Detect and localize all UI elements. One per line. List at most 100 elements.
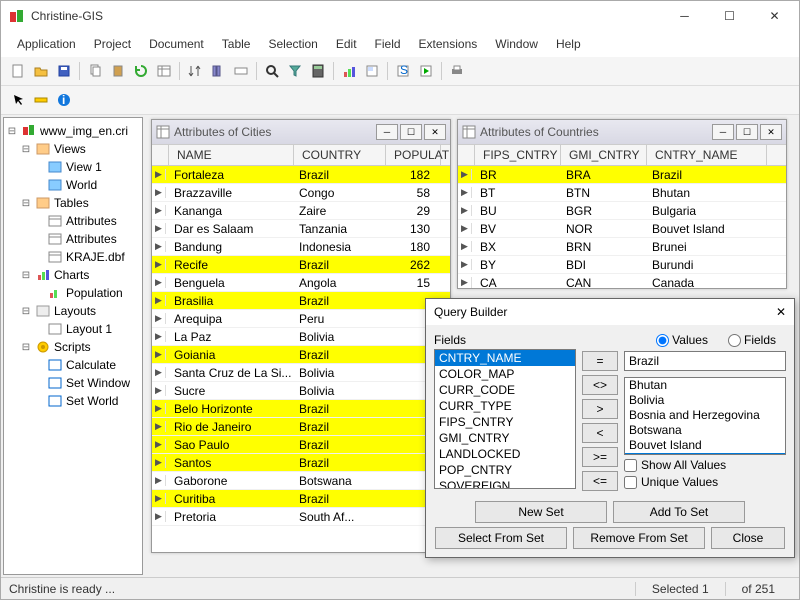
tree-item[interactable]: Attributes [66,214,117,228]
table-row[interactable]: ▶BenguelaAngola15 [152,274,450,292]
list-item[interactable]: Bhutan [625,378,785,393]
list-item[interactable]: FIPS_CNTRY [435,414,575,430]
find-icon[interactable] [261,60,283,82]
table-row[interactable]: ▶BUBGRBulgaria [458,202,786,220]
layout-icon[interactable] [361,60,383,82]
values-radio[interactable]: Values [656,333,708,347]
tree-charts[interactable]: Charts [54,268,89,282]
operator-button[interactable]: < [582,423,618,443]
new-icon[interactable] [7,60,29,82]
list-item[interactable]: Bolivia [625,393,785,408]
countries-titlebar[interactable]: Attributes of Countries ─☐✕ [458,120,786,144]
menu-field[interactable]: Field [367,33,409,55]
menu-project[interactable]: Project [86,33,139,55]
unique-checkbox[interactable]: Unique Values [624,475,786,489]
add-to-set-button[interactable]: Add To Set [613,501,745,523]
tree-item[interactable]: Set World [66,394,118,408]
max-icon[interactable]: ☐ [400,124,422,140]
table-row[interactable]: ▶GaboroneBotswana [152,472,450,490]
list-item[interactable]: Bosnia and Herzegovina [625,408,785,423]
list-item[interactable]: LANDLOCKED [435,446,575,462]
menu-window[interactable]: Window [487,33,546,55]
fields-radio[interactable]: Fields [728,333,776,347]
close-icon[interactable]: ✕ [760,124,782,140]
chart-icon[interactable] [338,60,360,82]
paste-icon[interactable] [107,60,129,82]
menu-document[interactable]: Document [141,33,212,55]
tree-item[interactable]: KRAJE.dbf [66,250,125,264]
print-icon[interactable] [446,60,468,82]
operator-button[interactable]: = [582,351,618,371]
table-row[interactable]: ▶SantosBrazil [152,454,450,472]
list-item[interactable]: COLOR_MAP [435,366,575,382]
operator-button[interactable]: <= [582,471,618,491]
table-row[interactable]: ▶SucreBolivia [152,382,450,400]
tree-item[interactable]: View 1 [66,160,102,174]
table-row[interactable]: ▶BrasiliaBrazil [152,292,450,310]
menu-selection[interactable]: Selection [260,33,325,55]
table-row[interactable]: ▶BRBRABrazil [458,166,786,184]
operator-button[interactable]: <> [582,375,618,395]
sort-icon[interactable] [184,60,206,82]
table-row[interactable]: ▶PretoriaSouth Af... [152,508,450,526]
open-icon[interactable] [30,60,52,82]
remove-from-set-button[interactable]: Remove From Set [573,527,705,549]
table-row[interactable]: ▶GoianiaBrazil [152,346,450,364]
table-icon[interactable] [153,60,175,82]
project-tree[interactable]: ⊟www_img_en.cri ⊟Views View 1 World ⊟Tab… [3,117,143,575]
menu-help[interactable]: Help [548,33,589,55]
table-row[interactable]: ▶BandungIndonesia180 [152,238,450,256]
info-icon[interactable]: i [53,89,75,111]
table-row[interactable]: ▶Belo HorizonteBrazil [152,400,450,418]
tree-views[interactable]: Views [54,142,86,156]
tree-item[interactable]: Set Window [66,376,130,390]
run-icon[interactable] [415,60,437,82]
cities-titlebar[interactable]: Attributes of Cities ─☐✕ [152,120,450,144]
column-icon[interactable] [207,60,229,82]
table-row[interactable]: ▶CACANCanada [458,274,786,288]
table-row[interactable]: ▶KanangaZaire29 [152,202,450,220]
cities-grid[interactable]: NAMECOUNTRYPOPULAT ▶FortalezaBrazil182▶B… [152,144,450,552]
tree-item[interactable]: Layout 1 [66,322,112,336]
list-item[interactable]: GMI_CNTRY [435,430,575,446]
close-icon[interactable]: ✕ [424,124,446,140]
fields-listbox[interactable]: CNTRY_NAMECOLOR_MAPCURR_CODECURR_TYPEFIP… [434,349,576,489]
tree-root[interactable]: www_img_en.cri [40,124,128,138]
pointer-icon[interactable] [7,89,29,111]
table-row[interactable]: ▶BTBTNBhutan [458,184,786,202]
tree-item[interactable]: Calculate [66,358,116,372]
close-button[interactable]: Close [711,527,785,549]
measure-icon[interactable] [30,89,52,111]
menu-edit[interactable]: Edit [328,33,365,55]
tree-tables[interactable]: Tables [54,196,89,210]
table-row[interactable]: ▶Santa Cruz de La Si...Bolivia [152,364,450,382]
menu-extensions[interactable]: Extensions [411,33,486,55]
list-item[interactable]: CURR_TYPE [435,398,575,414]
script-icon[interactable]: S [392,60,414,82]
max-icon[interactable]: ☐ [736,124,758,140]
operator-button[interactable]: > [582,399,618,419]
tree-layouts[interactable]: Layouts [54,304,96,318]
table-row[interactable]: ▶BrazzavilleCongo58 [152,184,450,202]
list-item[interactable]: CURR_CODE [435,382,575,398]
show-all-checkbox[interactable]: Show All Values [624,458,786,472]
table-row[interactable]: ▶FortalezaBrazil182 [152,166,450,184]
operator-button[interactable]: >= [582,447,618,467]
values-listbox[interactable]: BhutanBoliviaBosnia and HerzegovinaBotsw… [624,377,786,455]
list-item[interactable]: CNTRY_NAME [435,350,575,366]
dialog-titlebar[interactable]: Query Builder ✕ [426,299,794,325]
close-icon[interactable]: ✕ [776,305,786,319]
refresh-icon[interactable] [130,60,152,82]
table-row[interactable]: ▶Rio de JaneiroBrazil [152,418,450,436]
table-row[interactable]: ▶RecifeBrazil262 [152,256,450,274]
table-row[interactable]: ▶BXBRNBrunei [458,238,786,256]
menu-table[interactable]: Table [214,33,259,55]
minimize-button[interactable]: ─ [662,2,707,30]
field-icon[interactable] [230,60,252,82]
table-row[interactable]: ▶La PazBolivia [152,328,450,346]
copy-icon[interactable] [84,60,106,82]
list-item[interactable]: SOVEREIGN [435,478,575,489]
list-item[interactable]: POP_CNTRY [435,462,575,478]
list-item[interactable]: Brazil [625,453,785,455]
tree-scripts[interactable]: Scripts [54,340,91,354]
